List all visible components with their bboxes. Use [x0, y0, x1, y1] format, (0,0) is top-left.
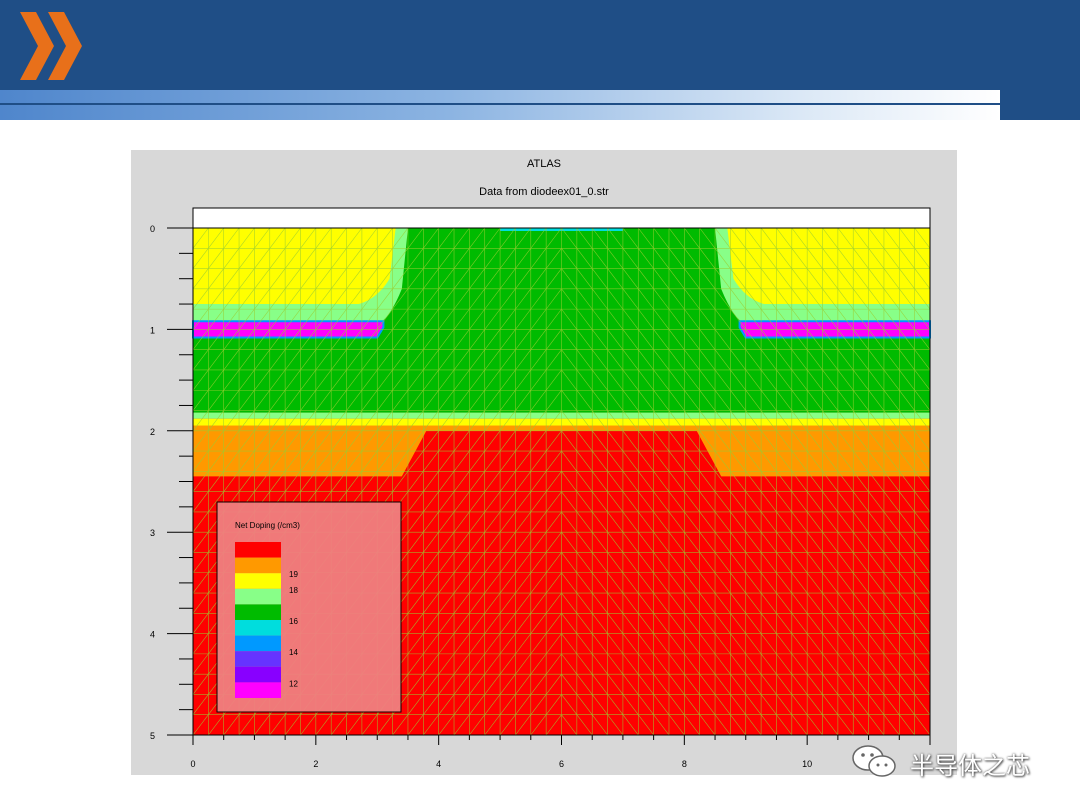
legend-swatch: [235, 588, 281, 605]
y-tick-label: 5: [150, 731, 155, 741]
header-divider: [0, 103, 1000, 105]
y-tick-label: 1: [150, 325, 155, 335]
x-tick-label: 8: [682, 759, 687, 769]
top-right-p-region: [727, 228, 930, 305]
legend-label: 12: [289, 679, 298, 688]
legend-swatch: [235, 666, 281, 683]
legend-swatch: [235, 542, 281, 558]
watermark: 半导体之芯: [850, 742, 1060, 782]
x-tick-label: 0: [190, 759, 195, 769]
legend-swatch: [235, 620, 281, 636]
legend-swatch: [235, 635, 281, 652]
y-tick-label: 2: [150, 427, 155, 437]
legend-title: Net Doping (/cm3): [235, 521, 300, 530]
chevron-logo-icon: [20, 12, 82, 80]
watermark-text: 半导体之芯: [910, 752, 1030, 780]
legend-swatch: [235, 651, 281, 667]
legend-label: 14: [289, 648, 298, 657]
air-region: [192, 207, 931, 229]
atlas-plot-panel: ATLAS Data from diodeex01_0.str 01234502…: [131, 150, 957, 775]
header-right-block: [1000, 90, 1080, 120]
y-tick-label: 3: [150, 528, 155, 538]
x-tick-label: 10: [802, 759, 812, 769]
legend-swatch: [235, 682, 281, 698]
header-gradient-band: [0, 90, 1000, 120]
slide-header: [0, 0, 1080, 90]
legend-label: 16: [289, 617, 298, 626]
doping-chart: 0123450 2 4 6 8 10Net Doping (/cm3)1918161412: [150, 207, 931, 769]
x-tick-label: 6: [559, 759, 564, 769]
y-tick-label: 4: [150, 630, 155, 640]
legend-swatch: [235, 573, 281, 589]
legend-swatch: [235, 604, 281, 620]
x-tick-label: 2: [313, 759, 318, 769]
legend-label: 19: [289, 570, 298, 579]
legend-label: 18: [289, 586, 298, 595]
wechat-icon: [852, 745, 896, 777]
x-tick-label: 4: [436, 759, 441, 769]
legend-swatch: [235, 557, 281, 574]
top-left-p-region: [193, 228, 396, 305]
y-tick-label: 0: [150, 224, 155, 234]
